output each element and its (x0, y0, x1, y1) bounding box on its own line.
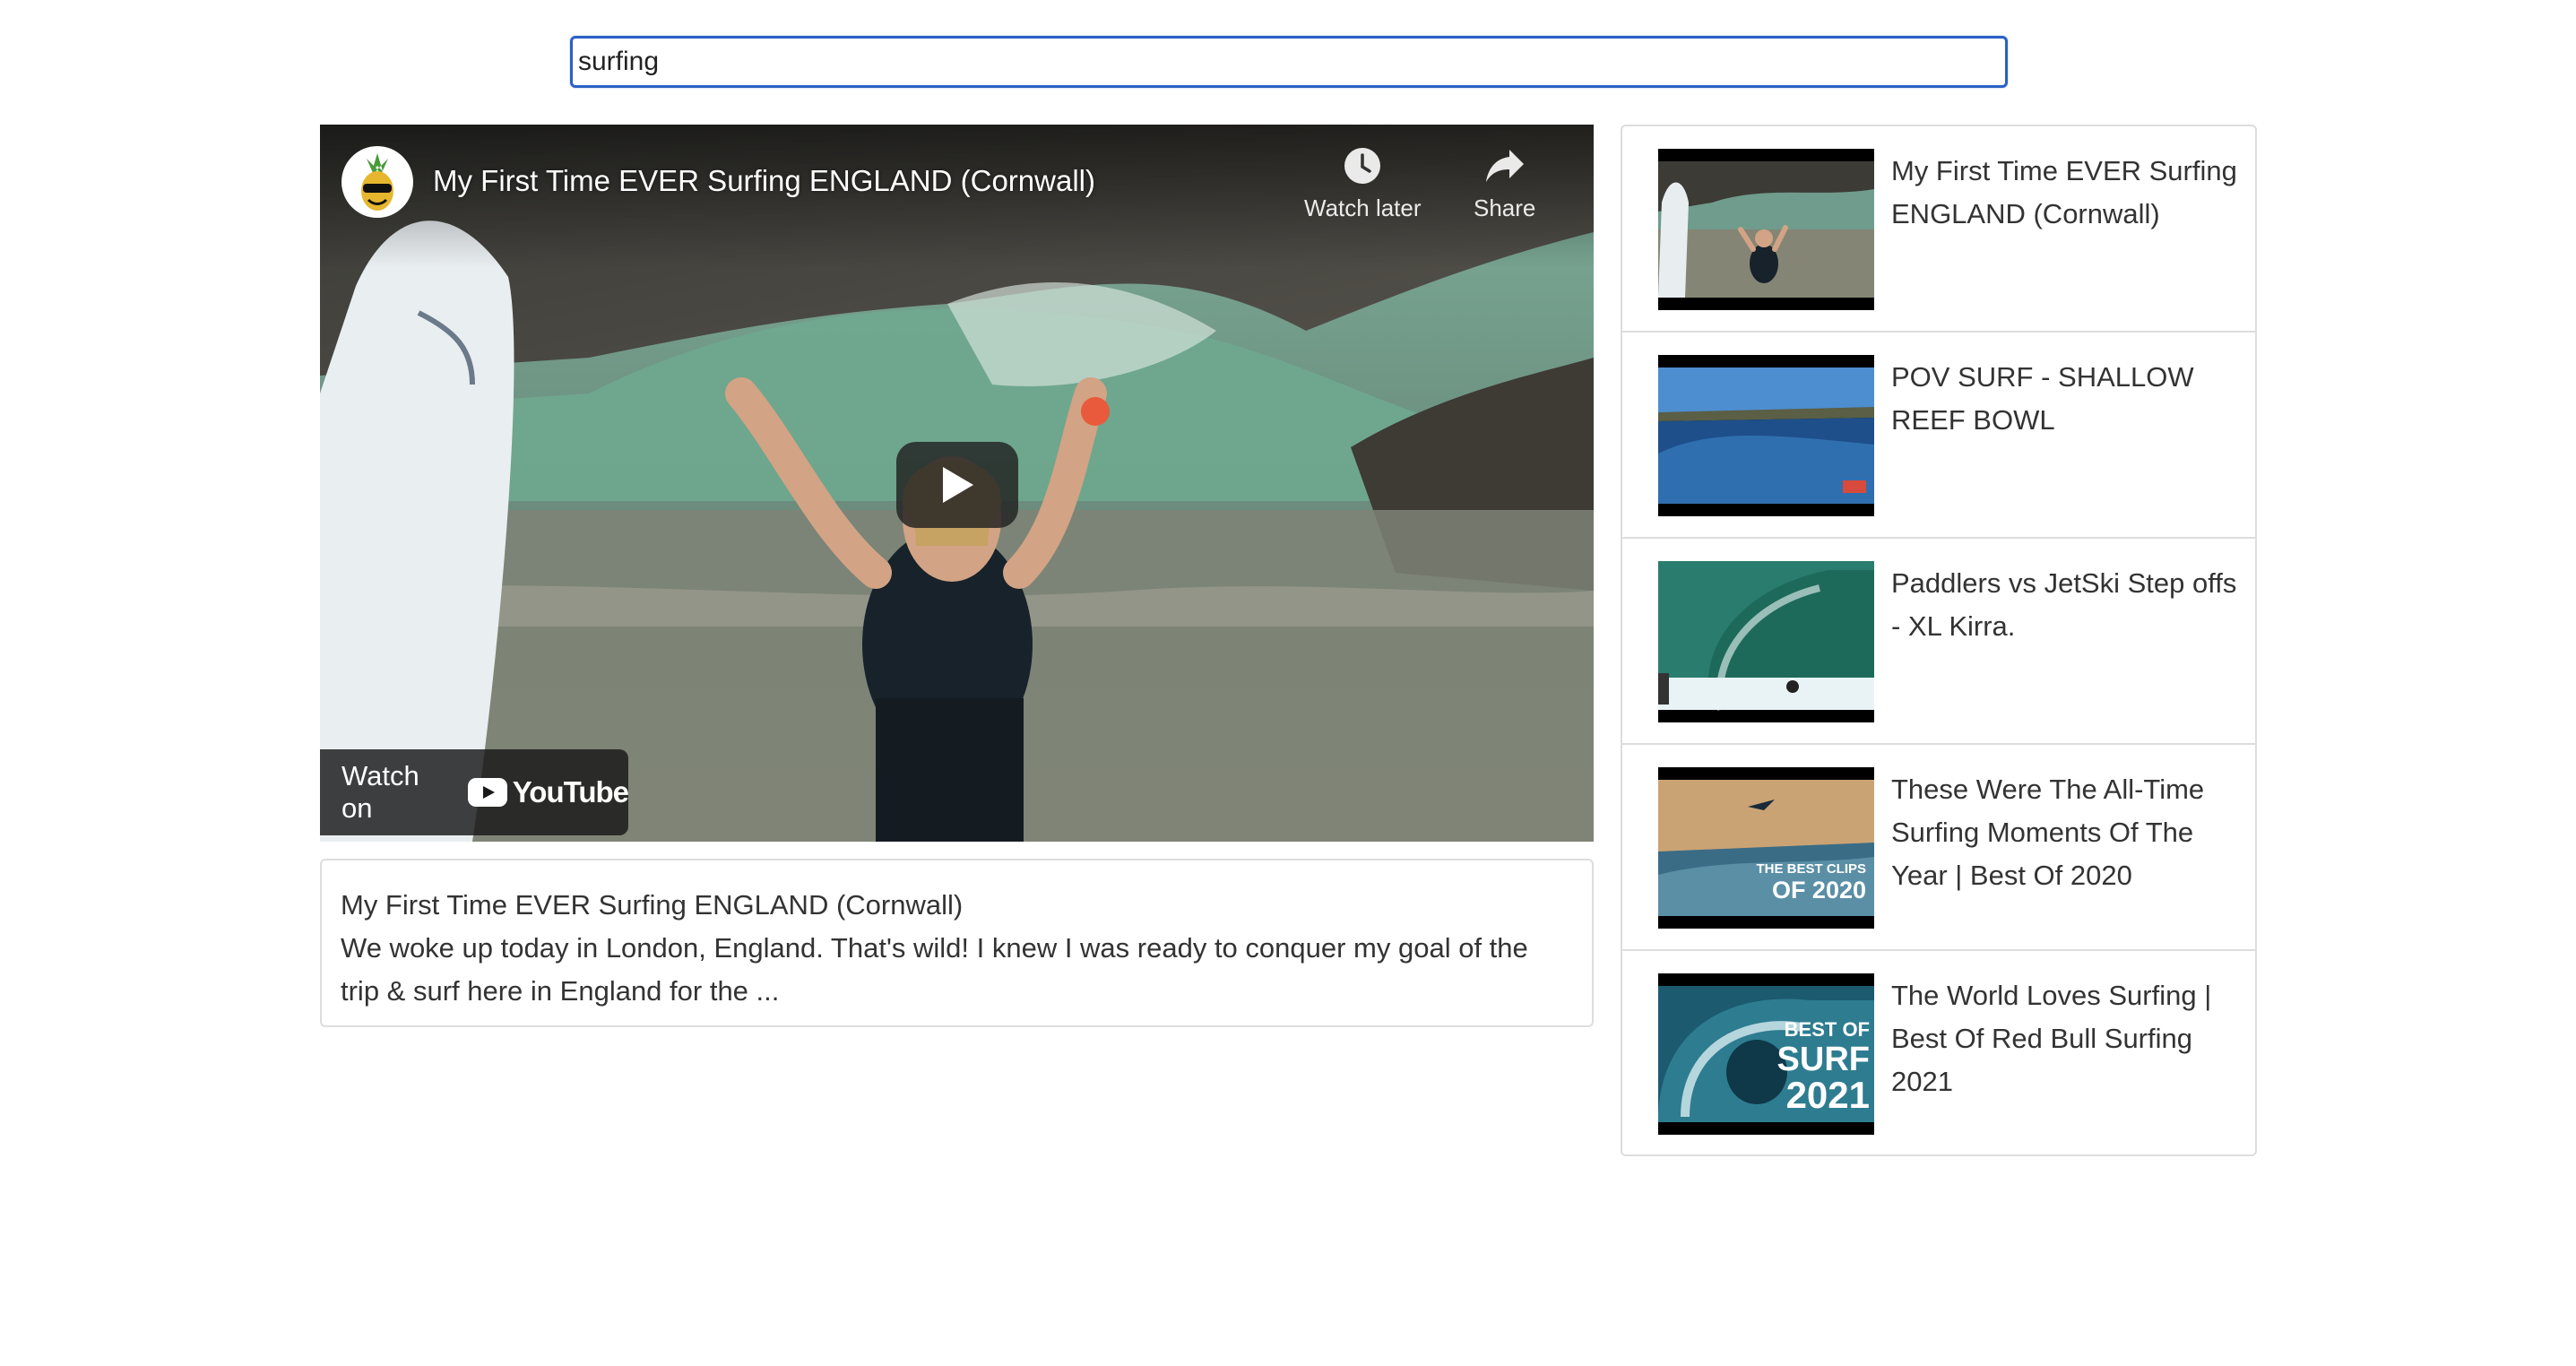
best-of-surf-2021-thumbnail-image: BEST OF SURF 2021 (1658, 973, 1874, 1135)
video-list-item-title[interactable]: My First Time EVER Surfing ENGLAND (Corn… (1891, 150, 2241, 236)
watch-on-youtube-button[interactable]: Watch on YouTube (320, 749, 629, 835)
pineapple-avatar-icon (361, 153, 393, 211)
video-thumbnail[interactable] (1658, 355, 1874, 516)
share-button[interactable]: Share (1474, 146, 1535, 222)
kirra-thumbnail-image (1658, 561, 1874, 722)
surfer-thumbnail-image (1658, 149, 1874, 310)
watch-later-label: Watch later (1304, 195, 1422, 221)
watch-on-label: Watch on (341, 760, 419, 824)
thumb-surf-text: SURF (1777, 1041, 1870, 1078)
share-label: Share (1474, 195, 1536, 221)
video-list-item[interactable]: POV SURF - SHALLOW REEF BOWL (1622, 333, 2255, 539)
channel-avatar[interactable] (341, 146, 413, 218)
video-list-item[interactable]: My First Time EVER Surfing ENGLAND (Corn… (1622, 126, 2255, 333)
best-of-2020-thumbnail-image: THE BEST CLIPS OF 2020 (1658, 767, 1874, 929)
video-list-item-title[interactable]: Paddlers vs JetSki Step offs - XL Kirra. (1891, 562, 2241, 648)
watch-later-button[interactable]: Watch later (1304, 146, 1422, 222)
thumb-best-of-text: BEST OF (1785, 1018, 1870, 1041)
video-list-item[interactable]: Paddlers vs JetSki Step offs - XL Kirra. (1622, 539, 2255, 745)
youtube-logo-icon (467, 778, 507, 807)
description-title: My First Time EVER Surfing ENGLAND (Corn… (341, 889, 964, 921)
video-list-item[interactable]: BEST OF SURF 2021 The World Loves Surfin… (1622, 951, 2255, 1154)
clock-icon (1344, 148, 1381, 184)
play-button[interactable] (896, 442, 1018, 528)
thumb-of-2020-text: OF 2020 (1772, 877, 1866, 903)
thumb-2021-text: 2021 (1786, 1074, 1870, 1116)
youtube-wordmark: YouTube (512, 775, 629, 808)
video-list-item-title[interactable]: These Were The All-Time Surfing Moments … (1891, 768, 2241, 897)
video-thumbnail[interactable]: BEST OF SURF 2021 (1658, 973, 1874, 1135)
play-icon (943, 467, 973, 503)
video-list-item-title[interactable]: The World Loves Surfing | Best Of Red Bu… (1891, 974, 2241, 1103)
video-list: My First Time EVER Surfing ENGLAND (Corn… (1621, 125, 2257, 1156)
description-text: We woke up today in London, England. Tha… (341, 932, 1528, 1007)
video-thumbnail[interactable] (1658, 561, 1874, 722)
video-thumbnail[interactable]: THE BEST CLIPS OF 2020 (1658, 767, 1874, 929)
youtube-logo: YouTube (467, 775, 629, 809)
video-list-item[interactable]: THE BEST CLIPS OF 2020 These Were The Al… (1622, 745, 2255, 951)
player-title[interactable]: My First Time EVER Surfing ENGLAND (Corn… (433, 164, 1095, 198)
thumb-best-clips-text: THE BEST CLIPS (1756, 861, 1866, 877)
video-list-item-title[interactable]: POV SURF - SHALLOW REEF BOWL (1891, 356, 2241, 442)
reef-thumbnail-image (1658, 355, 1874, 516)
video-player[interactable]: My First Time EVER Surfing ENGLAND (Corn… (320, 125, 1594, 842)
video-thumbnail[interactable] (1658, 149, 1874, 310)
search-input[interactable] (570, 36, 2008, 88)
share-arrow-icon (1485, 150, 1524, 182)
video-description-panel: My First Time EVER Surfing ENGLAND (Corn… (320, 859, 1594, 1027)
